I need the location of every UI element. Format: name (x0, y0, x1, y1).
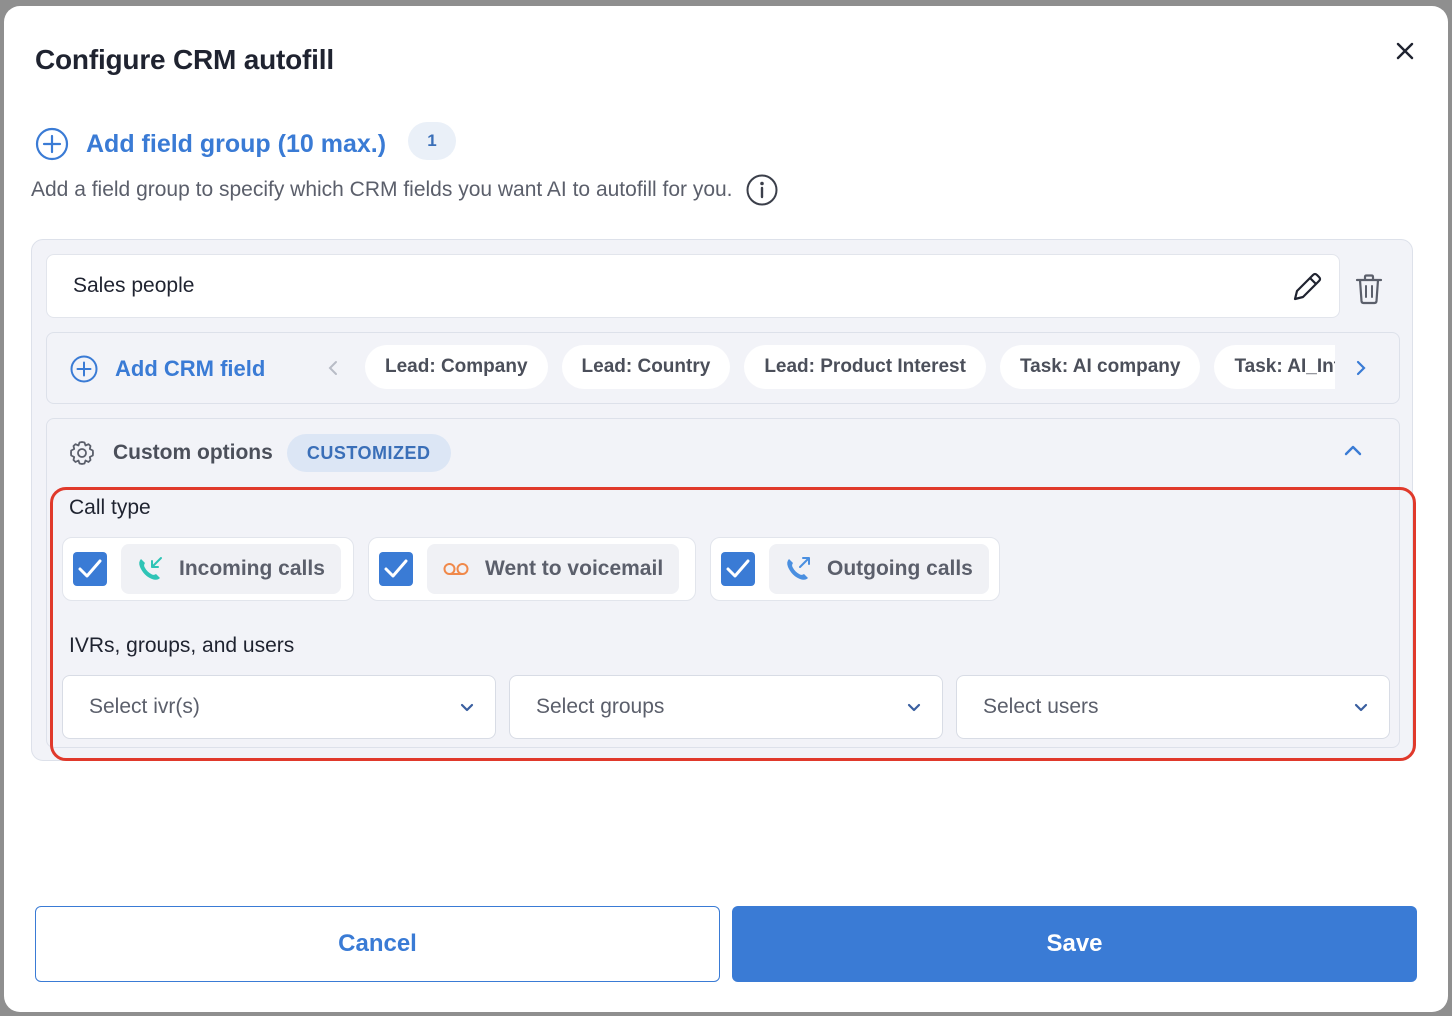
plus-circle-icon (70, 355, 98, 383)
pencil-icon[interactable] (1289, 269, 1325, 310)
add-field-group-label: Add field group (10 max.) (86, 129, 387, 158)
chevron-down-icon (906, 700, 922, 718)
call-type-label: Call type (69, 496, 151, 519)
incoming-call-icon (139, 557, 162, 580)
outgoing-call-icon (787, 557, 810, 580)
checkmark-icon (726, 559, 750, 578)
chevron-left-icon[interactable] (327, 359, 339, 382)
crm-field-chip[interactable]: Lead: Company (365, 345, 548, 389)
incoming-calls-label: Incoming calls (179, 557, 325, 580)
cancel-button[interactable]: Cancel (35, 906, 720, 982)
select-groups-dropdown[interactable]: Select groups (509, 675, 943, 739)
voicemail-pill[interactable]: Went to voicemail (427, 544, 680, 594)
custom-options-title: Custom options (113, 441, 273, 464)
select-ivrs-dropdown[interactable]: Select ivr(s) (62, 675, 496, 739)
gear-icon (70, 441, 94, 465)
select-ivrs-placeholder: Select ivr(s) (89, 695, 200, 718)
voicemail-checkbox[interactable] (379, 552, 413, 586)
group-name-field[interactable]: Sales people (46, 254, 1340, 318)
outgoing-calls-label: Outgoing calls (827, 557, 973, 580)
trash-icon[interactable] (1354, 273, 1384, 310)
crm-fields-scroller: Lead: Company Lead: Country Lead: Produc… (365, 345, 1335, 391)
close-button[interactable] (1390, 36, 1420, 66)
helper-row: Add a field group to specify which CRM f… (31, 172, 779, 208)
close-icon (1396, 42, 1414, 60)
incoming-calls-pill[interactable]: Incoming calls (121, 544, 341, 594)
add-crm-field-label: Add CRM field (115, 356, 266, 381)
group-name: Sales people (73, 274, 195, 297)
incoming-calls-checkbox[interactable] (73, 552, 107, 586)
add-crm-field-button[interactable]: Add CRM field (69, 351, 265, 387)
chevron-down-icon (459, 700, 475, 718)
ivr-groups-users-label: IVRs, groups, and users (69, 634, 295, 657)
chevron-right-icon[interactable] (1355, 359, 1367, 382)
chevron-down-icon (1353, 700, 1369, 718)
call-type-voicemail: Went to voicemail (368, 537, 696, 601)
crm-field-chip[interactable]: Task: AI_Interest (1214, 345, 1335, 389)
voicemail-label: Went to voicemail (485, 557, 664, 580)
save-button[interactable]: Save (732, 906, 1417, 982)
crm-field-chip[interactable]: Task: AI company (999, 345, 1201, 389)
crm-field-chip[interactable]: Lead: Product Interest (744, 345, 986, 389)
info-icon[interactable] (745, 173, 779, 207)
select-users-dropdown[interactable]: Select users (956, 675, 1390, 739)
field-group-count-badge: 1 (408, 122, 456, 160)
checkmark-icon (78, 559, 102, 578)
select-users-placeholder: Select users (983, 695, 1099, 718)
select-groups-placeholder: Select groups (536, 695, 665, 718)
custom-options-header[interactable]: Custom options CUSTOMIZED (67, 433, 451, 473)
voicemail-icon (443, 563, 469, 575)
chevron-up-icon[interactable] (1343, 443, 1363, 462)
helper-text: Add a field group to specify which CRM f… (31, 178, 733, 201)
add-field-group-button[interactable]: Add field group (10 max.) (34, 124, 386, 164)
crm-field-chip[interactable]: Lead: Country (561, 345, 731, 389)
call-type-incoming: Incoming calls (62, 537, 354, 601)
outgoing-calls-checkbox[interactable] (721, 552, 755, 586)
checkmark-icon (384, 559, 408, 578)
outgoing-calls-pill[interactable]: Outgoing calls (769, 544, 989, 594)
modal-title: Configure CRM autofill (35, 44, 334, 75)
call-type-outgoing: Outgoing calls (710, 537, 1000, 601)
plus-circle-icon (35, 127, 69, 161)
customized-badge: CUSTOMIZED (286, 434, 451, 472)
crm-fields-row: Add CRM field Lead: Company Lead: Countr… (46, 332, 1400, 404)
